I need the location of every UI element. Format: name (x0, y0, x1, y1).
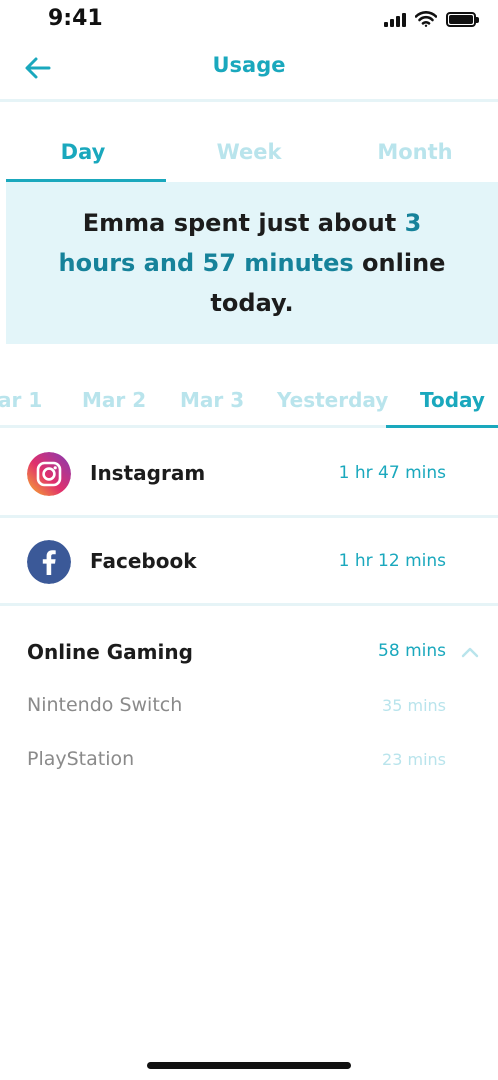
app-time-facebook: 1 hr 12 mins (338, 551, 446, 571)
app-row-instagram[interactable]: Instagram 1 hr 47 mins (0, 430, 498, 518)
day-tab-mar-3[interactable]: Mar 3 (180, 388, 244, 412)
app-name-instagram: Instagram (90, 461, 206, 485)
day-tab-mar-1[interactable]: ar 1 (0, 388, 42, 412)
summary-prefix: Emma spent just about (82, 209, 405, 237)
usage-summary-text: Emma spent just about 3 hours and 57 min… (42, 203, 462, 323)
sub-name-nintendo-switch: Nintendo Switch (27, 694, 183, 716)
wifi-icon (415, 11, 437, 27)
status-icons (384, 11, 479, 27)
period-tabs: Day Week Month (0, 120, 498, 182)
home-indicator[interactable] (147, 1062, 351, 1069)
day-tab-mar-2[interactable]: Mar 2 (82, 388, 146, 412)
usage-summary-banner: Emma spent just about 3 hours and 57 min… (6, 182, 498, 344)
category-time: 58 mins (378, 641, 446, 661)
day-tab-yesterday[interactable]: Yesterday (277, 388, 388, 412)
tab-day[interactable]: Day (0, 120, 166, 182)
day-tabs: ar 1 Mar 2 Mar 3 Yesterday Today (0, 370, 498, 428)
instagram-icon (27, 452, 71, 496)
sub-row-nintendo-switch[interactable]: Nintendo Switch 35 mins (0, 694, 498, 724)
tab-week[interactable]: Week (166, 120, 332, 182)
day-tab-today[interactable]: Today (420, 388, 485, 412)
app-row-facebook[interactable]: Facebook 1 hr 12 mins (0, 518, 498, 606)
facebook-icon (27, 540, 71, 584)
sub-row-playstation[interactable]: PlayStation 23 mins (0, 748, 498, 778)
sub-time-nintendo-switch: 35 mins (382, 696, 446, 715)
app-time-instagram: 1 hr 47 mins (338, 463, 446, 483)
category-name: Online Gaming (27, 640, 193, 664)
day-tab-indicator (386, 425, 498, 428)
sub-time-playstation: 23 mins (382, 750, 446, 769)
category-online-gaming[interactable]: Online Gaming 58 mins (0, 640, 498, 670)
cellular-signal-icon (384, 11, 406, 27)
nav-bar: Usage (0, 40, 498, 102)
battery-icon (446, 12, 479, 27)
app-name-facebook: Facebook (90, 549, 197, 573)
status-bar: 9:41 (0, 0, 498, 40)
status-time: 9:41 (48, 6, 103, 31)
usage-screen: 9:41 Usage Day Week Month Emma spent jus… (0, 0, 498, 1080)
sub-name-playstation: PlayStation (27, 748, 135, 770)
tab-month[interactable]: Month (332, 120, 498, 182)
chevron-up-icon[interactable] (460, 644, 480, 660)
page-title: Usage (212, 53, 286, 77)
